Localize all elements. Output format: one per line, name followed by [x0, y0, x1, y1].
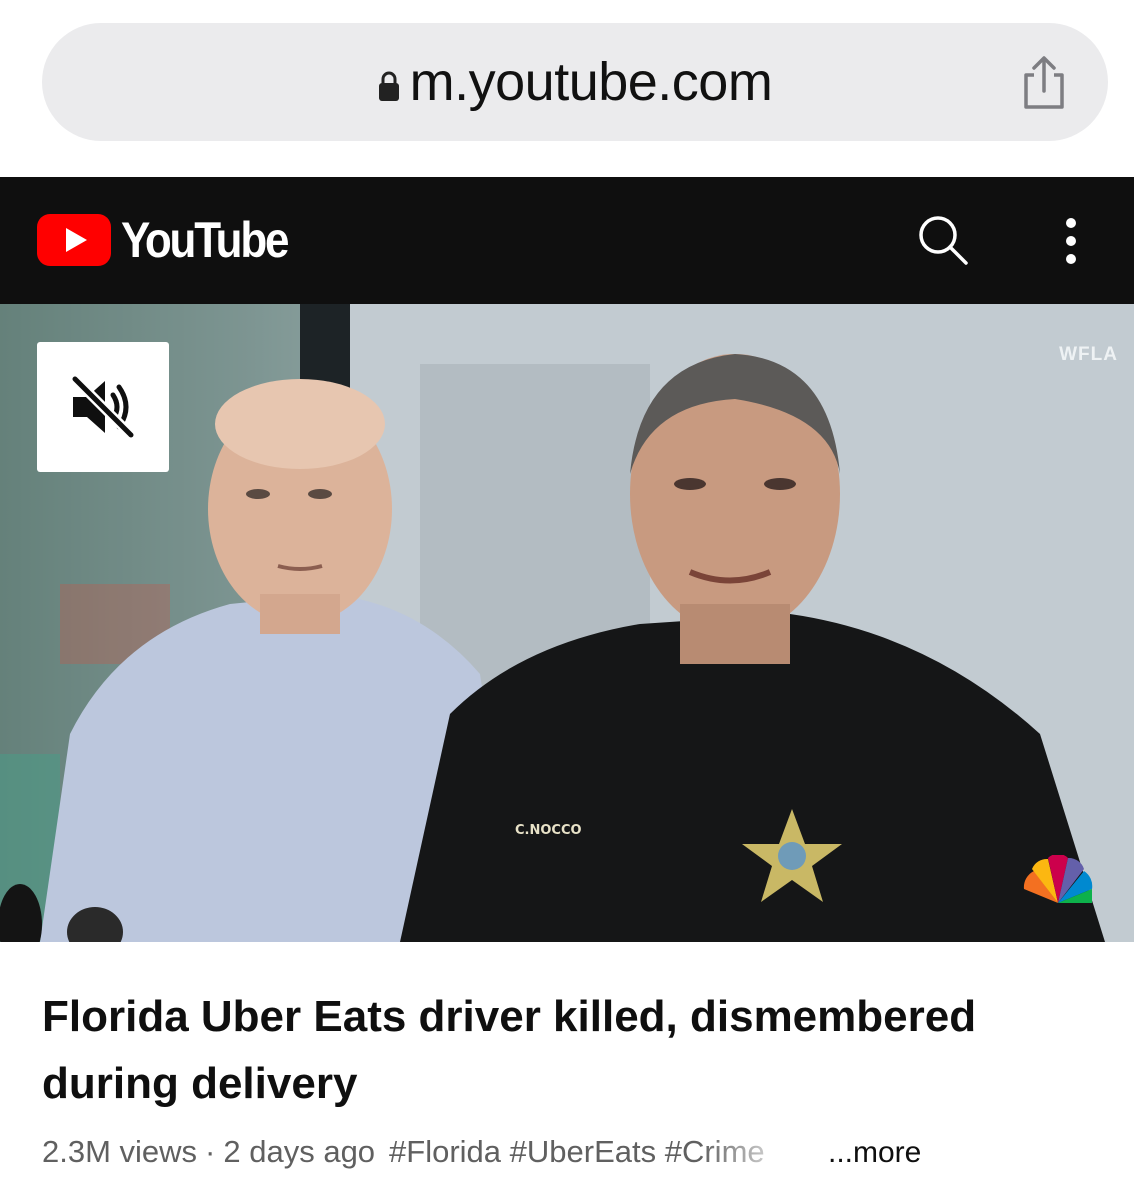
share-icon[interactable]	[1018, 55, 1070, 111]
youtube-play-icon	[37, 214, 111, 266]
lock-icon	[378, 71, 399, 101]
volume-muted-icon	[71, 375, 135, 439]
youtube-logo[interactable]: YouTube	[37, 212, 310, 268]
nbc-peacock-logo	[1023, 855, 1093, 903]
video-frame-image: C.NOCCO	[0, 304, 1134, 942]
url-display[interactable]: m.youtube.com	[42, 23, 1108, 141]
view-count: 2.3M views	[42, 1134, 198, 1169]
video-player[interactable]: C.NOCCO WFLA	[0, 304, 1134, 942]
search-icon[interactable]	[916, 213, 970, 267]
channel-watermark: WFLA	[1059, 344, 1118, 365]
name-badge: C.NOCCO	[515, 823, 582, 838]
browser-chrome: m.youtube.com	[0, 0, 1134, 177]
url-text: m.youtube.com	[409, 52, 773, 112]
more-button[interactable]: ...more	[828, 1136, 921, 1170]
address-bar[interactable]: m.youtube.com	[42, 23, 1108, 141]
upload-age: 2 days ago	[223, 1134, 376, 1169]
text-fade	[700, 1130, 810, 1174]
video-title[interactable]: Florida Uber Eats driver killed, dismemb…	[42, 983, 1102, 1117]
youtube-wordmark: YouTube	[121, 212, 289, 268]
meta-separator: ·	[205, 1134, 216, 1169]
unmute-button[interactable]	[37, 342, 169, 472]
more-options-icon[interactable]	[1058, 217, 1084, 265]
